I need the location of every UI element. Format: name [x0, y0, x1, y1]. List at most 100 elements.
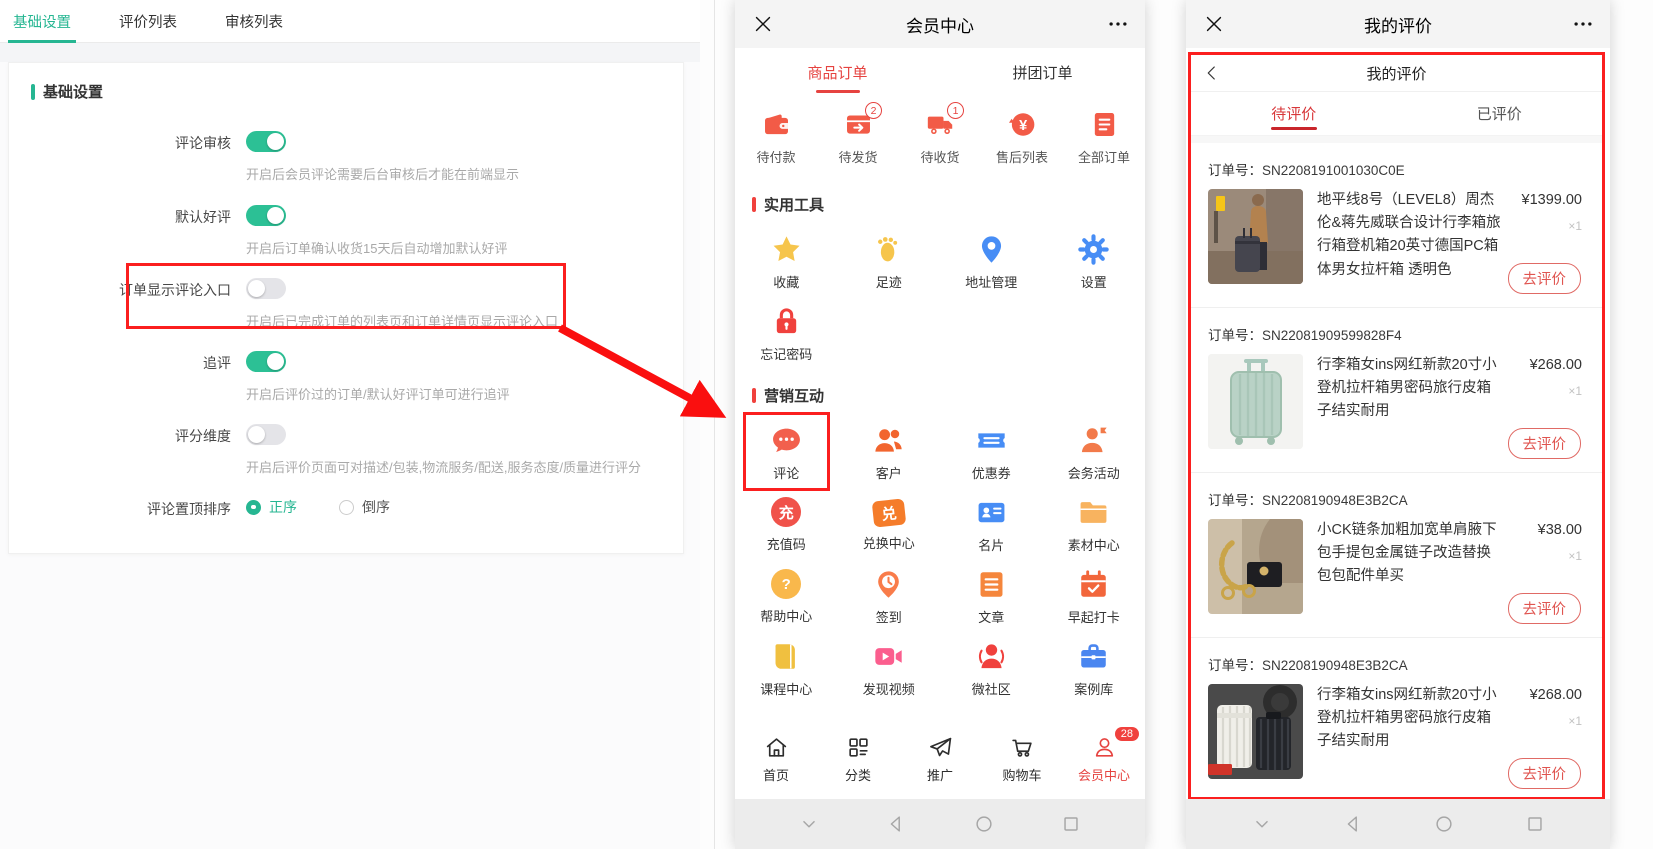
menu-item-footprints[interactable]: 足迹: [838, 225, 941, 297]
my-reviews-title: 我的评价: [1186, 12, 1610, 37]
menu-item-case-library[interactable]: 案例库: [1043, 632, 1146, 704]
toggle-order-review-entry[interactable]: [246, 278, 286, 299]
highlight-frame: 我的评价 待评价已评价 订单号：SN2208191001030C0E 地平线8号…: [1188, 52, 1605, 800]
menu-item-label: 发现视频: [863, 679, 915, 698]
radio-option[interactable]: 正序: [246, 497, 297, 517]
users-icon: [873, 425, 904, 456]
order-number-value: SN22081909599828F4: [1262, 328, 1402, 343]
section-title-bar: [31, 84, 35, 100]
menu-item-discover-videos[interactable]: 发现视频: [838, 632, 941, 704]
menu-item-coupons[interactable]: 优惠券: [940, 416, 1043, 488]
menu-item-label: 充值码: [767, 534, 806, 553]
toggle-follow-up-review[interactable]: [246, 351, 286, 372]
nav-label: 推广: [927, 765, 953, 784]
android-home-icon[interactable]: [973, 813, 995, 835]
chevron-down-icon[interactable]: [1251, 813, 1273, 835]
menu-item-favorites[interactable]: 收藏: [735, 225, 838, 297]
android-back-icon[interactable]: [1342, 813, 1364, 835]
close-icon[interactable]: [1203, 13, 1225, 35]
nav-promote[interactable]: 推广: [899, 719, 981, 799]
tab-reviewed[interactable]: 已评价: [1397, 92, 1603, 135]
product-price: ¥268.00: [1505, 687, 1582, 703]
status-item-all-orders[interactable]: 全部订单: [1063, 102, 1145, 178]
go-review-button[interactable]: 去评价: [1508, 758, 1582, 789]
tab-review-list[interactable]: 评价列表: [114, 0, 182, 42]
tab-audit-list[interactable]: 审核列表: [220, 0, 288, 42]
menu-item-business-card[interactable]: 名片: [940, 488, 1043, 560]
menu-item-sign-in[interactable]: 签到: [838, 560, 941, 632]
android-back-icon[interactable]: [885, 813, 907, 835]
section-header-title: 实用工具: [764, 194, 824, 215]
back-icon[interactable]: [1203, 64, 1221, 82]
status-label: 售后列表: [996, 147, 1048, 166]
tab-pending-review[interactable]: 待评价: [1191, 92, 1397, 135]
nav-category[interactable]: 分类: [817, 719, 899, 799]
go-review-button[interactable]: 去评价: [1508, 263, 1582, 294]
go-review-button[interactable]: 去评价: [1508, 428, 1582, 459]
status-item-pending-payment[interactable]: 待付款: [735, 102, 817, 178]
status-item-pending-shipment[interactable]: 2 待发货: [817, 102, 899, 178]
more-menu-icon[interactable]: [1106, 13, 1130, 35]
close-icon[interactable]: [752, 13, 774, 35]
go-review-button[interactable]: 去评价: [1508, 593, 1582, 624]
toggle-default-good-review[interactable]: [246, 205, 286, 226]
toggle-comment-audit[interactable]: [246, 131, 286, 152]
menu-item-exchange-center[interactable]: 兑兑换中心: [838, 488, 941, 560]
android-home-icon[interactable]: [1433, 813, 1455, 835]
menu-item-address-management[interactable]: 地址管理: [940, 225, 1043, 297]
nav-home[interactable]: 首页: [735, 719, 817, 799]
android-recents-icon[interactable]: [1524, 813, 1546, 835]
radio-icon[interactable]: [339, 500, 354, 515]
status-item-after-sales-list[interactable]: ¥ 售后列表: [981, 102, 1063, 178]
community-icon: [976, 641, 1007, 672]
more-menu-icon[interactable]: [1571, 13, 1595, 35]
menu-item-customers[interactable]: 客户: [838, 416, 941, 488]
menu-item-course-center[interactable]: 课程中心: [735, 632, 838, 704]
menu-item-label: 签到: [876, 607, 902, 626]
section-header-bar: [752, 388, 756, 403]
tab-basic-settings[interactable]: 基础设置: [8, 0, 76, 42]
article-icon: [976, 569, 1007, 600]
radio-option[interactable]: 倒序: [339, 497, 390, 517]
lock-icon: [771, 306, 802, 337]
status-item-pending-receipt[interactable]: 1 待收货: [899, 102, 981, 178]
order-number-value: SN2208190948E3B2CA: [1262, 493, 1408, 508]
product-price: ¥268.00: [1505, 357, 1582, 373]
member-icon: [1092, 735, 1117, 760]
setting-row-rating-dimension: 评分维度开启后评价页面可对描述/包装,物流服务/配送,服务态度/质量进行评分: [9, 424, 683, 494]
tab-group-orders[interactable]: 拼团订单: [940, 48, 1145, 96]
setting-label: 订单显示评论入口: [31, 280, 231, 300]
menu-item-events[interactable]: 会务活动: [1043, 416, 1146, 488]
status-label: 待收货: [920, 147, 959, 166]
order-number: 订单号：SN2208191001030C0E: [1208, 159, 1582, 179]
nav-member-center[interactable]: 28 会员中心: [1063, 719, 1145, 799]
menu-item-label: 客户: [876, 463, 902, 482]
android-nav-bar: [735, 799, 1145, 849]
setting-row-comment-top-sort: 评论置顶排序正序倒序: [9, 497, 683, 567]
android-recents-icon[interactable]: [1060, 813, 1082, 835]
nav-cart[interactable]: 购物车: [981, 719, 1063, 799]
setting-label: 评论审核: [31, 133, 231, 153]
menu-item-label: 帮助中心: [760, 606, 812, 625]
menu-item-help-center[interactable]: ?帮助中心: [735, 560, 838, 632]
product-quantity: ×1: [1505, 219, 1582, 233]
order-card-2: 订单号：SN22081909599828F4 行李箱女ins网红新款20寸小登机…: [1191, 308, 1602, 473]
menu-item-recharge-code[interactable]: 充充值码: [735, 488, 838, 560]
screenshot-root: 基础设置评价列表审核列表 基础设置 评论审核开启后会员评论需要后台审核后才能在前…: [0, 0, 1653, 849]
menu-item-articles[interactable]: 文章: [940, 560, 1043, 632]
tab-product-orders[interactable]: 商品订单: [735, 48, 940, 96]
gear-icon: [1078, 234, 1109, 265]
menu-item-comments[interactable]: 评论: [735, 416, 838, 488]
chevron-down-icon[interactable]: [798, 813, 820, 835]
menu-item-label: 优惠券: [972, 463, 1011, 482]
list-gap: [1191, 136, 1602, 143]
menu-item-morning-check-in[interactable]: 早起打卡: [1043, 560, 1146, 632]
menu-item-settings[interactable]: 设置: [1043, 225, 1146, 297]
radio-icon[interactable]: [246, 500, 261, 515]
menu-item-label: 名片: [978, 535, 1004, 554]
menu-item-material-center[interactable]: 素材中心: [1043, 488, 1146, 560]
menu-item-forgot-password[interactable]: 忘记密码: [735, 297, 838, 369]
menu-item-micro-community[interactable]: 微社区: [940, 632, 1043, 704]
section-header-title: 营销互动: [764, 385, 824, 406]
toggle-rating-dimension[interactable]: [246, 424, 286, 445]
